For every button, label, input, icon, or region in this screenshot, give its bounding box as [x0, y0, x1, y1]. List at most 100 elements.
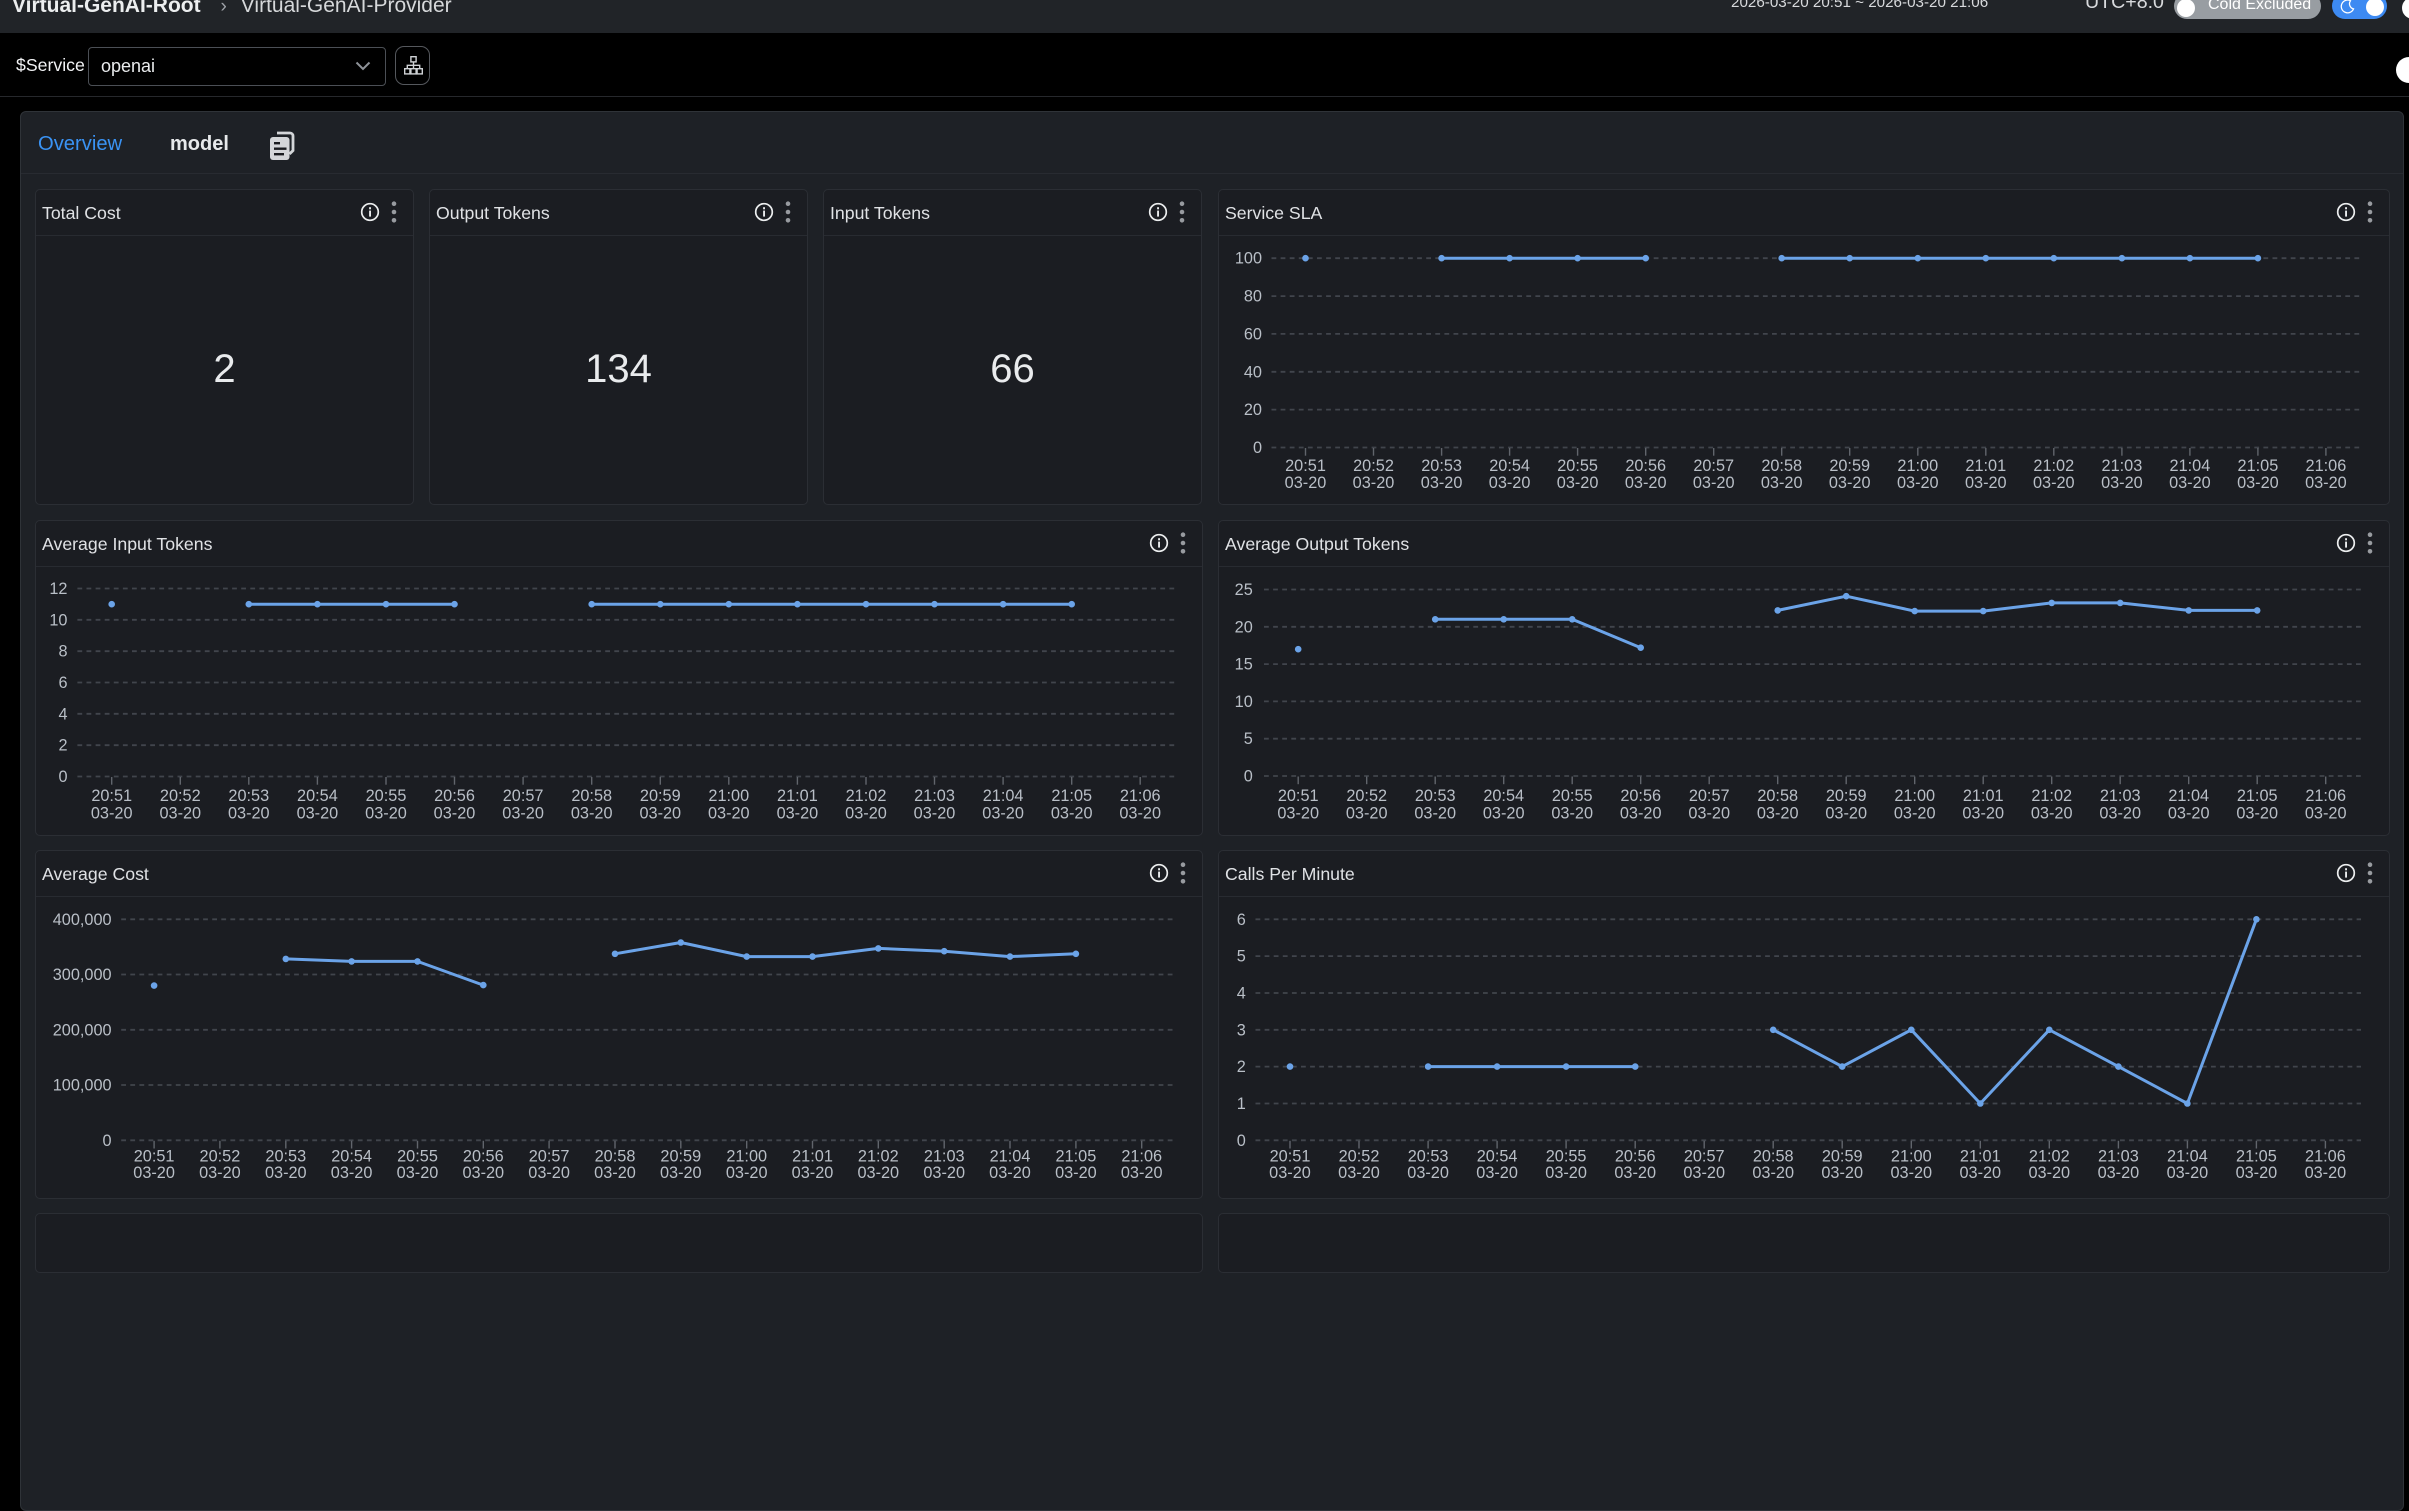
- svg-text:21:01: 21:01: [1965, 457, 2006, 475]
- svg-text:21:04: 21:04: [2168, 787, 2209, 805]
- svg-text:20:58: 20:58: [595, 1147, 636, 1165]
- svg-text:03-20: 03-20: [1614, 1164, 1656, 1182]
- svg-text:3: 3: [1237, 1021, 1246, 1039]
- svg-text:20:59: 20:59: [1826, 787, 1867, 805]
- svg-text:300,000: 300,000: [53, 966, 112, 984]
- svg-text:200,000: 200,000: [53, 1021, 112, 1039]
- svg-text:03-20: 03-20: [1121, 1164, 1163, 1182]
- svg-text:6: 6: [1237, 910, 1246, 928]
- svg-text:21:06: 21:06: [1121, 1147, 1162, 1165]
- svg-text:21:05: 21:05: [1056, 1147, 1097, 1165]
- svg-text:0: 0: [1253, 439, 1262, 457]
- svg-text:20:57: 20:57: [529, 1147, 570, 1165]
- svg-text:21:02: 21:02: [846, 787, 887, 805]
- svg-text:20:56: 20:56: [1625, 457, 1666, 475]
- svg-text:80: 80: [1244, 288, 1262, 306]
- svg-text:03-20: 03-20: [331, 1164, 373, 1182]
- svg-text:03-20: 03-20: [159, 804, 201, 822]
- svg-text:20:57: 20:57: [1689, 787, 1730, 805]
- svg-text:03-20: 03-20: [1483, 804, 1525, 822]
- svg-text:21:01: 21:01: [777, 787, 818, 805]
- svg-text:20:52: 20:52: [1339, 1147, 1380, 1165]
- svg-text:20:58: 20:58: [1757, 787, 1798, 805]
- svg-text:03-20: 03-20: [1959, 1164, 2001, 1182]
- svg-text:20:52: 20:52: [1346, 787, 1387, 805]
- svg-text:20:52: 20:52: [200, 1147, 241, 1165]
- svg-text:03-20: 03-20: [1119, 804, 1161, 822]
- svg-text:21:04: 21:04: [983, 787, 1024, 805]
- svg-text:03-20: 03-20: [462, 1164, 504, 1182]
- svg-text:03-20: 03-20: [571, 804, 613, 822]
- svg-text:03-20: 03-20: [1821, 1164, 1863, 1182]
- svg-text:40: 40: [1244, 363, 1262, 381]
- svg-text:20:51: 20:51: [1285, 457, 1326, 475]
- svg-text:21:06: 21:06: [2306, 457, 2347, 475]
- svg-text:03-20: 03-20: [2169, 474, 2211, 492]
- svg-text:100,000: 100,000: [53, 1076, 112, 1094]
- svg-text:03-20: 03-20: [2237, 474, 2279, 492]
- svg-text:03-20: 03-20: [297, 804, 339, 822]
- svg-text:21:04: 21:04: [2167, 1147, 2208, 1165]
- svg-text:03-20: 03-20: [528, 1164, 570, 1182]
- svg-text:03-20: 03-20: [2028, 1164, 2070, 1182]
- svg-text:5: 5: [1237, 947, 1246, 965]
- svg-text:03-20: 03-20: [726, 1164, 768, 1182]
- svg-text:20: 20: [1244, 401, 1262, 419]
- svg-text:20:51: 20:51: [134, 1147, 175, 1165]
- svg-text:21:00: 21:00: [726, 1147, 767, 1165]
- svg-text:03-20: 03-20: [1269, 1164, 1311, 1182]
- svg-text:0: 0: [1244, 767, 1253, 785]
- svg-text:21:06: 21:06: [2305, 787, 2346, 805]
- svg-text:20:56: 20:56: [1615, 1147, 1656, 1165]
- svg-text:21:04: 21:04: [2170, 457, 2211, 475]
- svg-text:20:53: 20:53: [265, 1147, 306, 1165]
- svg-text:10: 10: [1235, 692, 1253, 710]
- svg-text:20:56: 20:56: [1620, 787, 1661, 805]
- svg-text:03-20: 03-20: [1620, 804, 1662, 822]
- svg-text:20:54: 20:54: [1483, 787, 1524, 805]
- svg-text:03-20: 03-20: [434, 804, 476, 822]
- svg-text:20:54: 20:54: [297, 787, 338, 805]
- svg-text:03-20: 03-20: [1894, 804, 1936, 822]
- svg-text:03-20: 03-20: [1285, 474, 1327, 492]
- svg-text:0: 0: [103, 1131, 112, 1149]
- svg-text:03-20: 03-20: [1825, 804, 1867, 822]
- svg-text:03-20: 03-20: [1683, 1164, 1725, 1182]
- svg-text:03-20: 03-20: [982, 804, 1024, 822]
- svg-text:03-20: 03-20: [1346, 804, 1388, 822]
- svg-text:03-20: 03-20: [1421, 474, 1463, 492]
- svg-text:03-20: 03-20: [2033, 474, 2075, 492]
- svg-text:03-20: 03-20: [1829, 474, 1871, 492]
- svg-text:03-20: 03-20: [199, 1164, 241, 1182]
- svg-text:20:53: 20:53: [1415, 787, 1456, 805]
- svg-text:21:02: 21:02: [2033, 457, 2074, 475]
- svg-text:25: 25: [1235, 581, 1253, 599]
- svg-text:20:59: 20:59: [660, 1147, 701, 1165]
- svg-text:10: 10: [49, 611, 67, 629]
- svg-text:20:55: 20:55: [1552, 787, 1593, 805]
- svg-text:03-20: 03-20: [2167, 1164, 2209, 1182]
- svg-text:03-20: 03-20: [989, 1164, 1031, 1182]
- svg-text:20:52: 20:52: [160, 787, 201, 805]
- svg-text:03-20: 03-20: [91, 804, 133, 822]
- svg-text:21:01: 21:01: [792, 1147, 833, 1165]
- svg-text:03-20: 03-20: [2305, 804, 2347, 822]
- svg-text:03-20: 03-20: [1761, 474, 1803, 492]
- svg-text:03-20: 03-20: [1545, 1164, 1587, 1182]
- svg-text:20:53: 20:53: [1408, 1147, 1449, 1165]
- svg-text:20:55: 20:55: [397, 1147, 438, 1165]
- svg-text:21:00: 21:00: [708, 787, 749, 805]
- svg-text:1: 1: [1237, 1095, 1246, 1113]
- svg-text:21:04: 21:04: [990, 1147, 1031, 1165]
- svg-text:03-20: 03-20: [923, 1164, 965, 1182]
- svg-text:6: 6: [58, 674, 67, 692]
- svg-text:03-20: 03-20: [1551, 804, 1593, 822]
- svg-text:03-20: 03-20: [1625, 474, 1667, 492]
- svg-text:2: 2: [58, 736, 67, 754]
- svg-text:20:59: 20:59: [1829, 457, 1870, 475]
- svg-text:21:05: 21:05: [1051, 787, 1092, 805]
- svg-text:0: 0: [1237, 1131, 1246, 1149]
- svg-text:03-20: 03-20: [2031, 804, 2073, 822]
- svg-text:03-20: 03-20: [1414, 804, 1456, 822]
- svg-text:21:02: 21:02: [858, 1147, 899, 1165]
